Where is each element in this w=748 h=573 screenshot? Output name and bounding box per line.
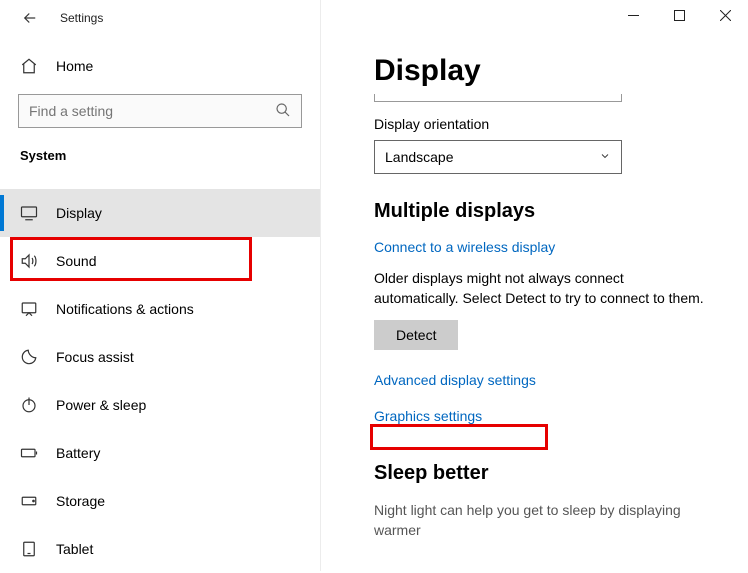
maximize-button[interactable] — [656, 0, 702, 30]
orientation-value: Landscape — [385, 149, 454, 165]
category-label: System — [0, 142, 320, 169]
nav-item-power[interactable]: Power & sleep — [0, 381, 320, 429]
vertical-divider — [320, 0, 321, 571]
nav-label: Battery — [56, 445, 100, 461]
close-button[interactable] — [702, 0, 748, 30]
nav-item-sound[interactable]: Sound — [0, 237, 320, 285]
multiple-displays-heading: Multiple displays — [374, 200, 708, 223]
nav-item-battery[interactable]: Battery — [0, 429, 320, 477]
maximize-icon — [674, 10, 685, 21]
nav-label: Notifications & actions — [56, 301, 194, 317]
nav-item-focus[interactable]: Focus assist — [0, 333, 320, 381]
nav-label: Power & sleep — [56, 397, 146, 413]
storage-icon — [20, 492, 38, 510]
detect-button[interactable]: Detect — [374, 320, 458, 350]
arrow-left-icon — [21, 9, 39, 27]
home-icon — [20, 57, 38, 75]
older-displays-text: Older displays might not always connect … — [374, 269, 708, 308]
nav-label: Sound — [56, 253, 96, 269]
window-title: Settings — [60, 11, 103, 25]
sidebar: Home System Display Sound Notifications … — [0, 36, 320, 571]
nav-label: Display — [56, 205, 102, 221]
search-box[interactable] — [18, 94, 302, 128]
back-button[interactable] — [18, 6, 42, 30]
page-title: Display — [374, 54, 708, 88]
nav-label: Storage — [56, 493, 105, 509]
search-icon — [275, 102, 291, 121]
nav-label: Focus assist — [56, 349, 134, 365]
minimize-button[interactable] — [610, 0, 656, 30]
focus-icon — [20, 348, 38, 366]
orientation-dropdown[interactable]: Landscape — [374, 140, 622, 174]
nav-list: Display Sound Notifications & actions Fo… — [0, 189, 320, 573]
nav-item-display[interactable]: Display — [0, 189, 320, 237]
sleep-better-text: Night light can help you get to sleep by… — [374, 501, 708, 540]
power-icon — [20, 396, 38, 414]
monitor-icon — [20, 204, 38, 222]
content-area: Display Display orientation Landscape Mu… — [320, 36, 748, 571]
chevron-down-icon — [599, 149, 611, 165]
close-icon — [720, 10, 731, 21]
orientation-label: Display orientation — [374, 116, 708, 132]
advanced-display-link[interactable]: Advanced display settings — [374, 372, 536, 388]
titlebar: Settings — [0, 0, 748, 36]
nav-item-tablet[interactable]: Tablet — [0, 525, 320, 573]
home-label: Home — [56, 58, 93, 74]
nav-label: Tablet — [56, 541, 93, 557]
graphics-settings-link[interactable]: Graphics settings — [374, 408, 482, 424]
nav-item-storage[interactable]: Storage — [0, 477, 320, 525]
home-link[interactable]: Home — [0, 46, 320, 86]
battery-icon — [20, 444, 38, 462]
sound-icon — [20, 252, 38, 270]
window-controls — [610, 0, 748, 30]
tablet-icon — [20, 540, 38, 558]
sleep-better-heading: Sleep better — [374, 462, 708, 485]
minimize-icon — [628, 10, 639, 21]
nav-item-notifications[interactable]: Notifications & actions — [0, 285, 320, 333]
search-input[interactable] — [29, 103, 275, 119]
wireless-display-link[interactable]: Connect to a wireless display — [374, 239, 555, 255]
slider-remnant — [374, 94, 622, 102]
notifications-icon — [20, 300, 38, 318]
